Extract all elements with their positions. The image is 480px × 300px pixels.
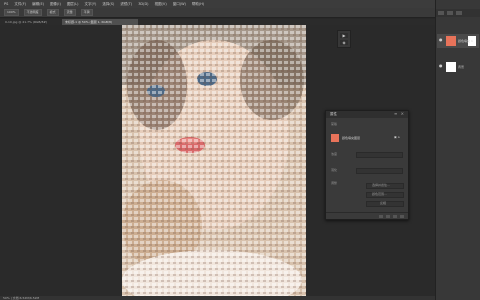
opacity-option[interactable]: 不透明度 <box>23 9 42 16</box>
load-selection-icon[interactable] <box>379 214 383 218</box>
flow-option[interactable]: 流量 <box>63 9 76 16</box>
invert-label: 反相 <box>380 201 387 205</box>
smoothing-option[interactable]: 平滑 <box>80 9 93 16</box>
mode-option[interactable]: 模式 <box>46 9 59 16</box>
menu-item-edit[interactable]: 编辑(E) <box>32 2 44 7</box>
color-swatch[interactable] <box>331 134 339 142</box>
layer-thumbnail <box>446 36 456 46</box>
adjust-icon[interactable]: ◈ <box>340 40 348 45</box>
mask-icon[interactable]: ▣ ⌂ <box>394 135 400 139</box>
menu-item-layer[interactable]: 图层(L) <box>67 2 79 7</box>
options-bar: 100% 不透明度 模式 流量 平滑 <box>0 8 435 18</box>
properties-subtitle: 蒙版 <box>331 122 338 126</box>
menu-item-help[interactable]: 帮助(H) <box>192 2 204 7</box>
play-icon[interactable]: ▶ <box>340 33 348 38</box>
properties-panel: 属性 ≡ × 蒙版 颜色填充图层 ▣ ⌂ 浓度 羽化 调整 选择并遮住... 颜… <box>325 110 409 220</box>
feather-field[interactable] <box>356 168 403 174</box>
panel-tab-icon[interactable] <box>456 11 462 15</box>
density-field[interactable] <box>356 152 403 158</box>
menu-item-image[interactable]: 图像(I) <box>50 2 61 7</box>
menu-item-filter[interactable]: 滤镜(T) <box>120 2 132 7</box>
properties-title: 属性 <box>330 112 337 116</box>
delete-icon[interactable] <box>400 214 404 218</box>
panel-tab-icon[interactable] <box>438 11 444 15</box>
mini-toolbar: ▶ ◈ <box>337 30 351 48</box>
layers-panel-tabs <box>436 9 480 17</box>
select-and-mask-label: 选择并遮住... <box>372 183 390 187</box>
layer-name: 颜色填充 1 <box>458 39 473 43</box>
extruded-portrait-image <box>122 25 306 296</box>
canvas-image[interactable] <box>122 25 306 296</box>
menu-item-type[interactable]: 文字(Y) <box>85 2 97 7</box>
properties-footer <box>326 212 408 219</box>
menu-item-ps[interactable]: PS <box>4 2 8 6</box>
menu-item-view[interactable]: 视图(V) <box>155 2 167 7</box>
eye-icon[interactable]: ● <box>439 64 443 68</box>
panel-menu-icon[interactable]: ≡ × <box>394 111 405 116</box>
fill-layer-label: 颜色填充图层 <box>342 136 361 140</box>
menu-item-select[interactable]: 选择(S) <box>102 2 114 7</box>
eye-icon[interactable]: ● <box>439 38 443 42</box>
menu-item-3d[interactable]: 3D(D) <box>138 2 148 6</box>
menu-item-file[interactable]: 文件(F) <box>14 2 26 7</box>
panel-tab-icon[interactable] <box>447 11 453 15</box>
layer-row-background[interactable]: ● 背景 <box>437 60 479 74</box>
feather-label: 羽化 <box>331 168 338 172</box>
properties-header: 属性 ≡ × <box>326 111 408 118</box>
layer-name: 背景 <box>458 65 465 69</box>
status-bar: 50% | 文档:6.52M/6.52M <box>0 296 435 300</box>
menu-bar: PS 文件(F) 编辑(E) 图像(I) 图层(L) 文字(Y) 选择(S) 滤… <box>0 0 480 8</box>
color-range-label: 颜色范围... <box>372 192 387 196</box>
layer-row-fill[interactable]: ● 颜色填充 1 <box>437 34 479 48</box>
density-label: 浓度 <box>331 152 338 156</box>
layer-thumbnail <box>446 62 456 72</box>
zoom-option[interactable]: 100% <box>4 9 19 16</box>
visibility-icon[interactable] <box>393 214 397 218</box>
refine-label: 调整 <box>331 181 338 185</box>
apply-mask-icon[interactable] <box>386 214 390 218</box>
menu-item-window[interactable]: 窗口(W) <box>173 2 186 7</box>
